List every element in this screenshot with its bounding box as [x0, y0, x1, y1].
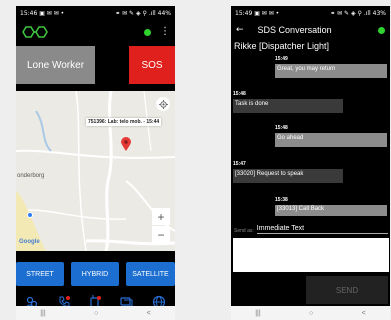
online-status-icon	[378, 26, 385, 34]
recent-apps-button[interactable]: |||	[40, 310, 45, 317]
message-list[interactable]: 15:49 Great, you may return 15:48 Task i…	[231, 53, 390, 221]
map-town-label: onderborg	[17, 173, 45, 179]
status-time: 15:46	[20, 9, 38, 17]
sos-button[interactable]: SOS	[129, 46, 175, 84]
message-time: 15:48	[275, 125, 288, 131]
satellite-map-button[interactable]: SATELLITE	[126, 262, 175, 286]
recent-apps-button[interactable]: |||	[255, 310, 260, 317]
home-button[interactable]: ○	[94, 310, 98, 317]
send-as-row: Send as: Immediate Text	[234, 222, 388, 234]
message-bubble-outgoing: Go ahead	[275, 133, 387, 147]
message-time: 15:48	[233, 91, 246, 97]
android-nav-bar: ||| ○ <	[16, 306, 175, 320]
google-logo: Google	[19, 239, 40, 245]
my-location-icon[interactable]	[156, 97, 170, 111]
message-time: 15:47	[233, 161, 246, 167]
street-map-button[interactable]: STREET	[16, 262, 64, 286]
map-pin-icon[interactable]	[121, 137, 131, 151]
overflow-menu-icon[interactable]: ⋮	[160, 27, 170, 37]
message-bubble-outgoing: [33013] Call Back	[275, 205, 387, 216]
page-title: SDS Conversation	[257, 25, 332, 35]
send-button[interactable]: SEND	[306, 276, 388, 304]
conversation-header: ← SDS Conversation	[231, 20, 390, 40]
back-nav-button[interactable]: <	[147, 310, 151, 317]
back-nav-button[interactable]: <	[362, 310, 366, 317]
lone-worker-phone-screen: 15:46 ▣ ✉ ✉ • ⚭ ✉ ✎ ◈ ⚲ .ıll 44% ⋮ Lone …	[16, 6, 175, 320]
sds-conversation-phone-screen: 15:49 ▣ ✉ ✉ • ⚭ ✉ ✎ ◈ ⚲ .ıll 43% ← SDS C…	[231, 6, 390, 320]
status-time: 15:49	[235, 9, 253, 17]
status-system-icons: ⚭ ✉ ✎ ◈ ⚲ .ıll	[115, 9, 156, 17]
message-bubble-incoming: [33020] Request to speak	[233, 169, 343, 183]
status-bar: 15:46 ▣ ✉ ✉ • ⚭ ✉ ✎ ◈ ⚲ .ıll 44%	[16, 6, 175, 20]
message-input[interactable]	[233, 238, 389, 272]
message-time: 15:38	[275, 197, 288, 203]
app-logo-icon	[22, 26, 48, 38]
send-as-dropdown[interactable]: Immediate Text	[256, 225, 388, 234]
zoom-out-button[interactable]: −	[152, 226, 170, 243]
hybrid-map-button[interactable]: HYBRID	[71, 262, 119, 286]
status-notification-icons: ▣ ✉ ✉ •	[39, 9, 65, 17]
back-arrow-icon[interactable]: ←	[236, 25, 244, 35]
current-location-dot-icon	[27, 212, 33, 218]
status-bar: 15:49 ▣ ✉ ✉ • ⚭ ✉ ✎ ◈ ⚲ .ıll 43%	[231, 6, 390, 20]
home-button[interactable]: ○	[309, 310, 313, 317]
app-header: ⋮	[16, 20, 175, 44]
android-nav-bar: ||| ○ <	[231, 306, 390, 320]
map-type-selector: STREET HYBRID SATELLITE	[16, 262, 175, 288]
battery-level: 44%	[157, 9, 171, 17]
status-notification-icons: ▣ ✉ ✉ •	[254, 9, 280, 17]
message-bubble-incoming: Task is done	[233, 99, 343, 113]
status-system-icons: ⚭ ✉ ✎ ◈ ⚲ .ıll	[330, 9, 371, 17]
map-view[interactable]: 751396: Lab: telo mob. - 15:44 onderborg…	[16, 91, 175, 251]
message-time: 15:49	[275, 56, 288, 62]
send-as-label: Send as:	[234, 228, 254, 234]
message-bubble-outgoing: Great, you may return	[275, 64, 387, 78]
zoom-in-button[interactable]: +	[152, 208, 170, 225]
lone-worker-button[interactable]: Lone Worker	[16, 46, 95, 84]
conversation-contact: Rikke [Dispatcher Light]	[234, 41, 330, 51]
battery-level: 43%	[372, 9, 386, 17]
online-status-icon	[144, 28, 151, 36]
map-marker-info-window: 751396: Lab: telo mob. - 15:44	[86, 118, 162, 126]
